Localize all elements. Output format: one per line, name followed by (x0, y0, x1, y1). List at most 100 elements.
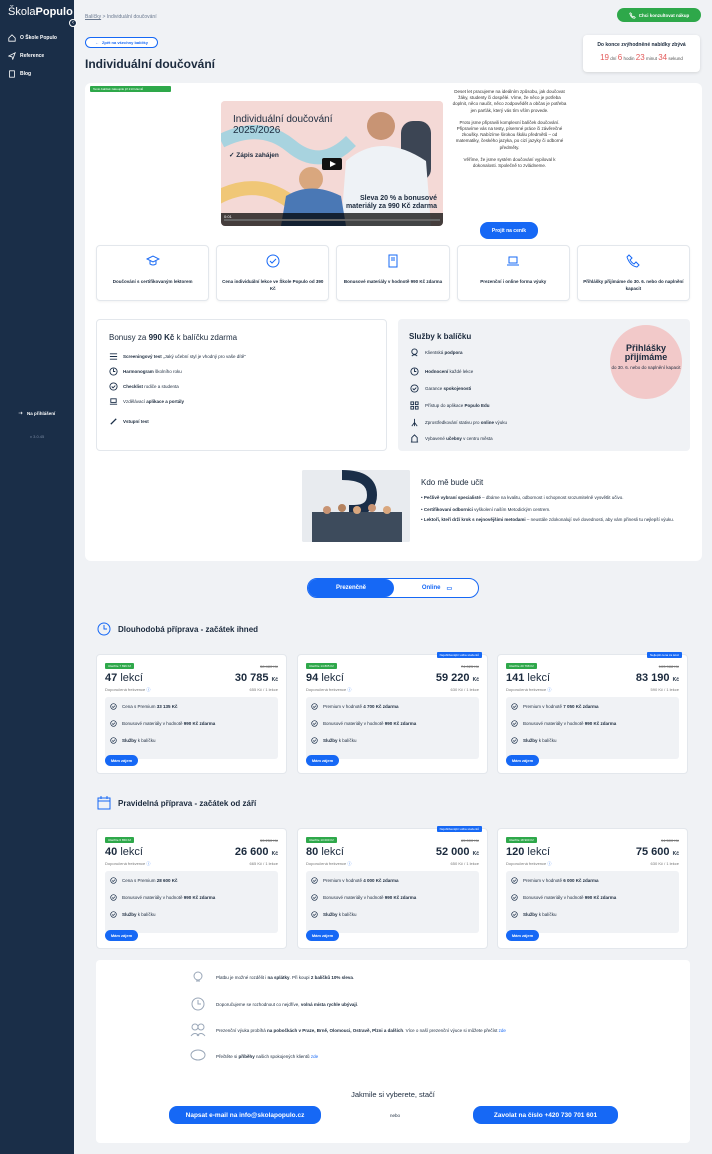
check-circle-icon (110, 894, 117, 901)
benefit-item: Bonusové materiály v hodnotě 990 Kč zdar… (110, 894, 215, 901)
info-panel: Platbu je možné rozdělit i na splátky. P… (96, 960, 690, 1143)
frequency-label: Doporučená frekvence ⓘ (306, 861, 352, 866)
info-icon: ⓘ (547, 687, 552, 692)
benefit-item: Premium v hodnotě 7 050 Kč zdarma (511, 703, 599, 710)
benefit-item: Premium v hodnotě 4 700 Kč zdarma (311, 703, 399, 710)
frequency-label: Doporučená frekvence ⓘ (506, 861, 552, 866)
benefit-item: Služby k balíčku (110, 737, 156, 744)
check-circle-icon (511, 737, 518, 744)
package-price: 30 785 Kč (234, 672, 278, 684)
benefit-item: Premium v hodnotě 4 000 Kč zdarma (311, 877, 399, 884)
old-price: 33 250 Kč (259, 838, 278, 843)
check-circle-icon (511, 894, 518, 901)
per-lesson-price: 650 Kč / 1 lekce (450, 861, 479, 866)
home-icon (8, 34, 16, 42)
pricing-card: Ušetříte 7 696 Kč 38 480 Kč 47 lekcí 30 785… (96, 654, 287, 774)
collapse-sidebar-button[interactable]: ‹ (69, 19, 77, 27)
tab-online[interactable]: Online ▭ (394, 579, 480, 597)
laptop-icon (507, 256, 520, 266)
info-row: Přečtěte si příběhy našich spokojených k… (190, 1049, 318, 1063)
card-benefits: Premium v hodnotě 4 700 Kč zdarma Bonusov… (306, 697, 479, 759)
old-price: 94 500 Kč (660, 838, 679, 843)
pricing-card: Ušetříte 20 798 Kč Nejlepší cena za lekci… (497, 652, 688, 774)
benefit-item: Bonusové materiály v hodnotě 990 Kč zdar… (311, 894, 416, 901)
check-circle-icon (511, 720, 518, 727)
call-button[interactable]: Zavolat na číslo +420 730 701 601 (473, 1106, 618, 1124)
features-row: Doučování s certifikovaným lektorem Cena… (96, 245, 691, 301)
email-button[interactable]: Napsat e-mail na info@skolapopulo.cz (169, 1106, 321, 1124)
pricing-button[interactable]: Projít na ceník (480, 222, 538, 239)
login-icon (18, 411, 23, 415)
video-title: Individuální doučování 2025/2026 (233, 114, 333, 136)
interest-button[interactable]: Mám zájem (105, 930, 138, 941)
per-lesson-price: 665 Kč / 1 lekce (249, 861, 278, 866)
promo-video[interactable]: Individuální doučování 2025/2026 ✓ Zápis … (221, 101, 443, 226)
feature-card: Cena individuální lekce ve Škole Populo … (216, 245, 330, 301)
signin-link[interactable]: Na přihlášení (18, 410, 55, 416)
team-photo (302, 470, 410, 542)
benefit-item: Služby k balíčku (110, 911, 156, 918)
pick-label: Jakmile si vyberete, stačí (351, 1090, 435, 1099)
stories-link[interactable]: zde (311, 1054, 318, 1059)
play-button[interactable] (322, 158, 342, 170)
service-item: Přístup do aplikace Populo Edu (410, 401, 490, 410)
interest-button[interactable]: Mám zájem (306, 755, 339, 766)
benefit-item: Cena s Premium 33 135 Kč (110, 703, 178, 710)
service-item: Klientská podpora (410, 348, 470, 357)
version-label: v 3.0.45 (30, 434, 45, 439)
package-price: 75 600 Kč (635, 846, 679, 858)
support-icon (411, 348, 418, 357)
deadline-bubble: Přihlášky přijímáme do 30. 6. nebo do na… (610, 325, 682, 399)
check-circle-icon (311, 737, 318, 744)
check-circle-icon (109, 382, 118, 391)
info-row: Prezenční výuka probíhá na pobočkách v P… (190, 1023, 506, 1037)
interest-button[interactable]: Mám zájem (306, 930, 339, 941)
video-sale-text: Sleva 20 % a bonusové materiály za 990 Kč… (345, 195, 437, 210)
service-item: Garance spokojenosti (410, 384, 471, 393)
interest-button[interactable]: Mám zájem (506, 930, 539, 941)
check-circle-icon (311, 703, 318, 710)
savings-badge: Ušetříte 7 696 Kč (105, 663, 135, 669)
info-icon: ⓘ (347, 687, 352, 692)
feature-card: Přihlášky přijímáme do 30. 6. nebo do na… (576, 245, 691, 301)
savings-badge: Ušetříte 6 650 Kč (105, 837, 135, 843)
package-price: 59 220 Kč (435, 672, 479, 684)
bonus-item: Vzdělávací aplikace a portály (109, 397, 199, 406)
service-item: Hodnocení každé lekce (410, 367, 473, 376)
interest-button[interactable]: Mám zájem (506, 755, 539, 766)
package-price: 83 190 Kč (635, 672, 679, 684)
sidebar-item-reference[interactable]: Reference (8, 52, 44, 60)
clock-icon (191, 997, 205, 1011)
or-label: nebo (390, 1113, 401, 1118)
paper-plane-icon (8, 52, 16, 60)
info-row: Platbu je možné rozdělit i na splátky. P… (190, 970, 354, 984)
sidebar: ŠkolaPopulo ‹ O Škole Populo Reference B… (0, 0, 77, 1154)
breadcrumb-parent[interactable]: Balíčky (85, 14, 101, 20)
clock-arrow-icon (97, 622, 111, 636)
recommendation-badge: Nejoblíbenější volba studentů (436, 826, 482, 832)
video-progress[interactable] (224, 219, 440, 221)
savings-badge: Ušetříte 18 900 Kč (506, 837, 537, 843)
sidebar-item-blog[interactable]: Blog (8, 70, 31, 78)
services-title: Služby k balíčku (409, 332, 472, 341)
who-item: • Lektoři, kteří drží krok s nejnovějším… (421, 517, 674, 522)
interest-button[interactable]: Mám zájem (105, 755, 138, 766)
tab-prezencne[interactable]: Prezenčně (308, 579, 394, 597)
laptop-icon: ▭ (446, 585, 453, 592)
grid-icon (410, 401, 419, 410)
back-button[interactable]: ← Zpět na všechny balíčky (85, 37, 158, 48)
check-circle-icon (110, 911, 117, 918)
benefit-item: Bonusové materiály v hodnotě 990 Kč zdar… (110, 720, 215, 727)
who-item: • Pečlivě vybraní specialisté – dbáme na… (421, 495, 624, 500)
sidebar-item-about[interactable]: O Škole Populo (8, 34, 57, 42)
consult-button[interactable]: Chci konzultovat nákup (617, 8, 701, 22)
graduation-cap-icon (145, 255, 160, 266)
video-controls[interactable]: 0:01 (221, 213, 443, 226)
check-circle-icon (511, 877, 518, 884)
laptop-icon (109, 398, 118, 405)
check-circle-icon (410, 384, 419, 393)
pricing-card: Ušetříte 14 805 Kč Nejoblíbenější volba s… (297, 652, 488, 774)
countdown: Do konce zvýhodněné nabídky zbývá 19 dní… (583, 35, 700, 72)
logo[interactable]: ŠkolaPopulo (8, 6, 73, 18)
presence-link[interactable]: zde (499, 1028, 506, 1033)
